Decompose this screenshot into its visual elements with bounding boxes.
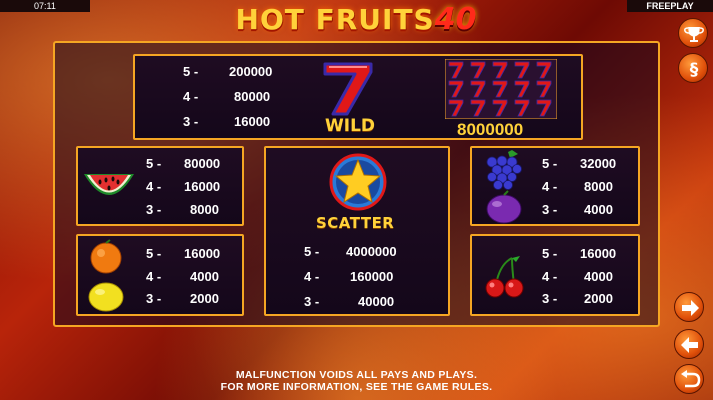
logo-text: HOT FRUITS xyxy=(235,3,435,36)
pay-count: 3 - xyxy=(304,294,320,309)
prev-arrow-icon xyxy=(681,337,698,353)
pay-count: 5 - xyxy=(146,246,162,261)
pay-count: 4 - xyxy=(146,269,162,284)
section-icon: § xyxy=(690,60,699,80)
pay-value: 2000 xyxy=(190,291,219,306)
full-screen-win-value: 8000000 xyxy=(457,120,524,139)
orange-lemon-panel: 5 - 16000 4 - 4000 3 - 2000 xyxy=(76,234,244,316)
pay-value: 16000 xyxy=(580,246,617,261)
pay-value: 16000 xyxy=(234,114,271,129)
cherries-panel: 5 - 16000 4 - 4000 3 - 2000 xyxy=(470,234,640,316)
pay-count: 3 - xyxy=(542,291,558,306)
plum-icon xyxy=(486,190,522,224)
pay-count: 3 - xyxy=(146,291,162,306)
pay-value: 8000 xyxy=(584,179,613,194)
pay-value: 200000 xyxy=(229,64,273,79)
lemon-icon xyxy=(88,282,124,312)
pay-value: 160000 xyxy=(350,269,394,284)
logo-number: 40 xyxy=(434,2,477,37)
pay-count: 5 - xyxy=(146,156,162,171)
cherries-icon xyxy=(485,256,524,298)
next-page-button[interactable] xyxy=(674,292,704,322)
grapes-plum-panel: 5 - 32000 4 - 8000 3 - 4000 xyxy=(470,146,640,226)
watermelon-icon xyxy=(84,174,134,195)
trophy-button[interactable] xyxy=(678,18,708,48)
pay-value: 4000 xyxy=(584,202,613,217)
pay-value: 2000 xyxy=(584,291,613,306)
pay-count: 5 - xyxy=(183,64,199,79)
pay-count: 3 - xyxy=(146,202,162,217)
pay-value: 80000 xyxy=(184,156,221,171)
pay-count: 3 - xyxy=(183,114,199,129)
scatter-label: SCATTER xyxy=(316,214,395,232)
rules-button[interactable]: § xyxy=(678,53,708,83)
pay-value: 16000 xyxy=(184,246,221,261)
pay-count: 5 - xyxy=(542,246,558,261)
grapes-icon xyxy=(486,150,522,190)
pay-count: 4 - xyxy=(542,269,558,284)
next-arrow-icon xyxy=(682,300,699,316)
pay-count: 3 - xyxy=(542,202,558,217)
orange-icon xyxy=(90,239,122,274)
pay-count: 4 - xyxy=(183,89,199,104)
footer-line-2: FOR MORE INFORMATION, SEE THE GAME RULES… xyxy=(220,381,493,393)
pay-count: 4 - xyxy=(304,269,320,284)
clock: 07:11 xyxy=(0,0,90,12)
footer-line-1: MALFUNCTION VOIDS ALL PAYS AND PLAYS. xyxy=(235,369,478,381)
game-logo: HOT FRUITS40 xyxy=(196,2,516,40)
pay-count: 5 - xyxy=(542,156,558,171)
pay-value: 16000 xyxy=(184,179,221,194)
pay-count: 4 - xyxy=(146,179,162,194)
pay-value: 4000000 xyxy=(346,244,397,259)
svg-text:§: § xyxy=(690,60,699,80)
full-screen-wild-grid-icon xyxy=(445,59,557,119)
wild-panel: 5 - 200000 4 - 80000 3 - 16000 WILD 8000… xyxy=(133,54,583,140)
scatter-panel: SCATTER 5 - 4000000 4 - 160000 3 - 40000 xyxy=(264,146,450,316)
pay-count: 5 - xyxy=(304,244,320,259)
watermelon-panel: 5 - 80000 4 - 16000 3 - 8000 xyxy=(76,146,244,226)
seven-wild-icon xyxy=(323,62,373,116)
star-scatter-icon xyxy=(329,153,387,211)
prev-page-button[interactable] xyxy=(674,329,704,359)
pay-value: 32000 xyxy=(580,156,617,171)
pay-value: 4000 xyxy=(190,269,219,284)
mode-badge: FREEPLAY xyxy=(627,0,713,12)
trophy-icon xyxy=(684,27,704,42)
pay-value: 80000 xyxy=(234,89,271,104)
pay-value: 40000 xyxy=(358,294,395,309)
wild-label: WILD xyxy=(325,116,376,136)
pay-value: 4000 xyxy=(584,269,613,284)
pay-count: 4 - xyxy=(542,179,558,194)
pay-value: 8000 xyxy=(190,202,219,217)
